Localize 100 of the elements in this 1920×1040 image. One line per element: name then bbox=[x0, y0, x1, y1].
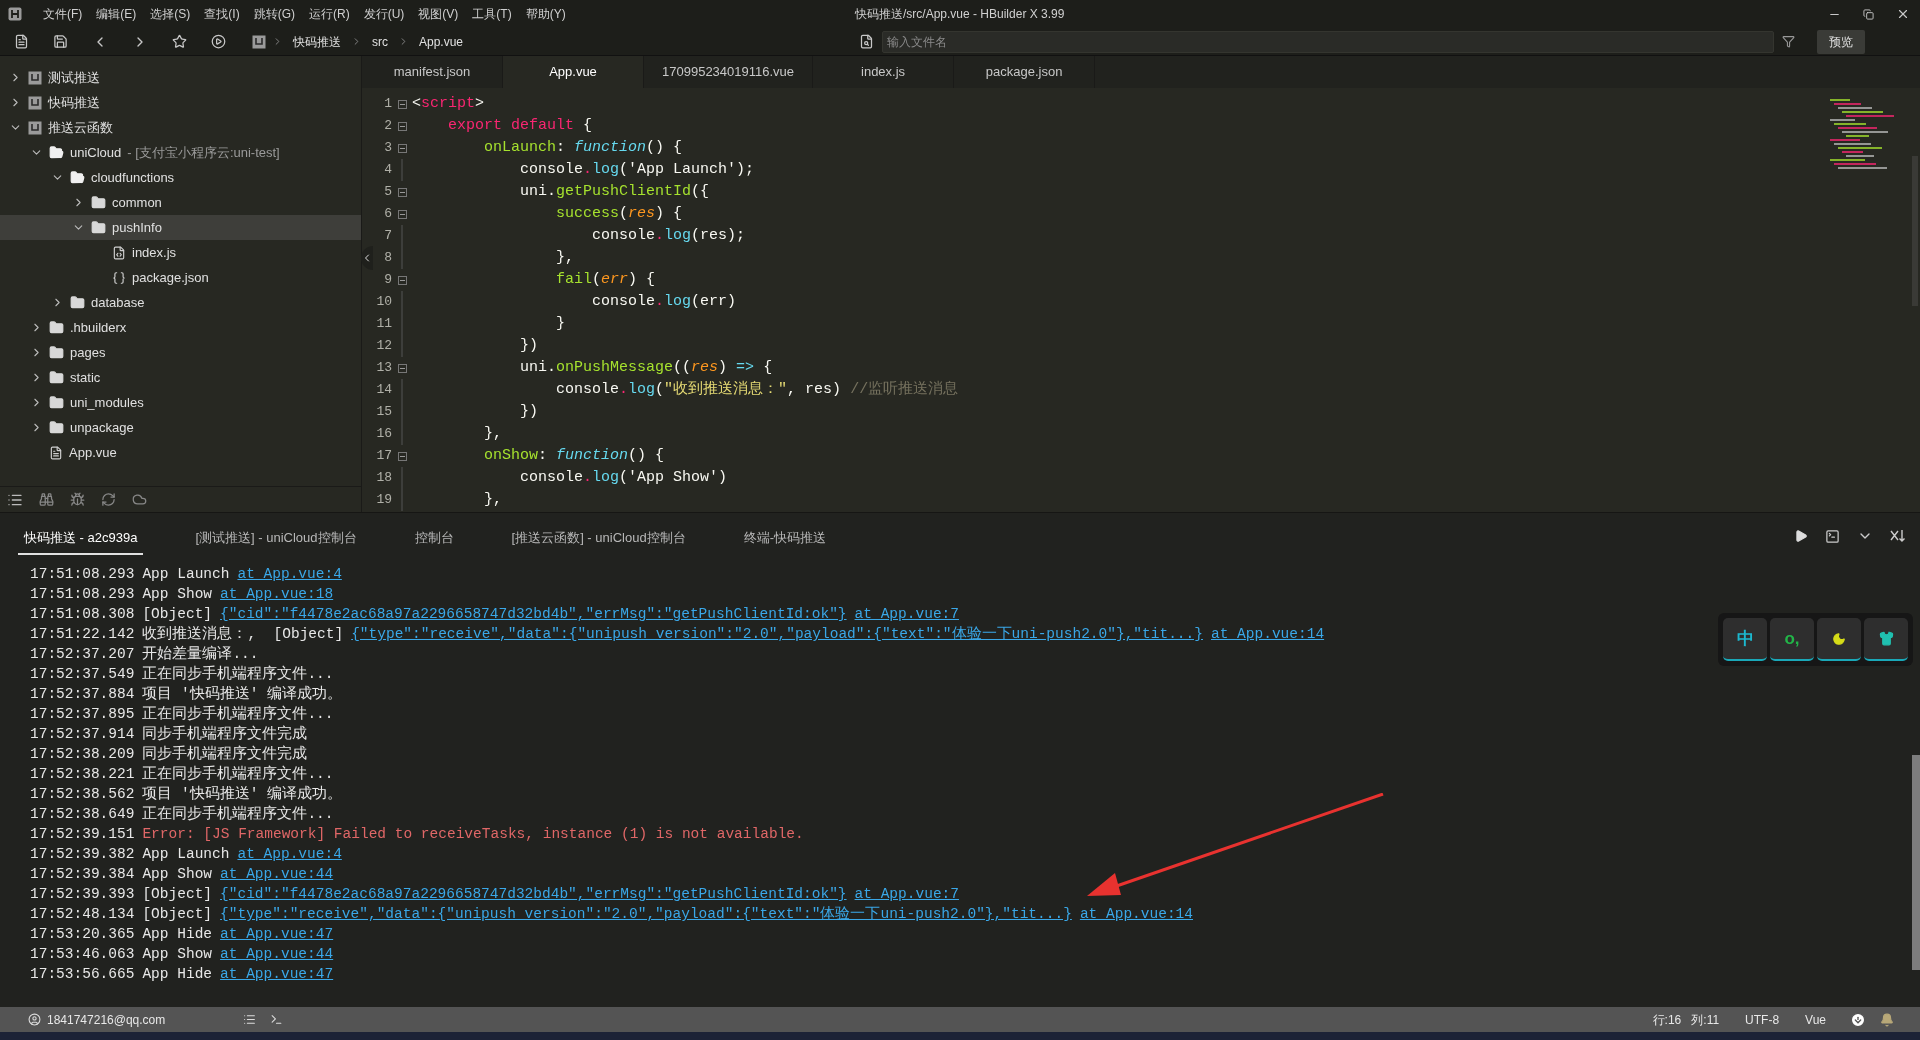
fold-icon[interactable] bbox=[397, 143, 407, 153]
log-link[interactable]: at App.vue:4 bbox=[237, 844, 342, 866]
filter-icon[interactable] bbox=[1782, 35, 1796, 48]
ime-key[interactable] bbox=[1864, 618, 1908, 661]
console-tab[interactable]: 快码推送 - a2c939a bbox=[18, 523, 144, 555]
terminal-icon[interactable] bbox=[270, 1013, 284, 1026]
log-link[interactable]: at App.vue:47 bbox=[220, 964, 334, 986]
tree-item[interactable]: pages bbox=[0, 340, 361, 365]
download-icon[interactable] bbox=[1850, 1011, 1866, 1028]
user-account[interactable]: 1841747216@qq.com bbox=[47, 1010, 166, 1029]
code-line: fail(err) { bbox=[555, 269, 656, 290]
log-link[interactable]: at App.vue:4 bbox=[237, 564, 342, 586]
editor-tab[interactable]: package.json bbox=[954, 56, 1096, 88]
menu-item[interactable]: 视图(V) bbox=[411, 5, 466, 23]
play-icon[interactable] bbox=[1794, 529, 1808, 543]
editor-tab[interactable]: App.vue bbox=[503, 56, 644, 88]
tree-label: 快码推送 bbox=[48, 93, 100, 112]
breadcrumb-item[interactable]: App.vue bbox=[415, 32, 468, 51]
bug-icon[interactable] bbox=[70, 492, 85, 507]
fold-icon[interactable] bbox=[397, 363, 407, 373]
run-icon[interactable] bbox=[211, 34, 226, 49]
save-icon[interactable] bbox=[53, 34, 68, 49]
tree-item[interactable]: 推送云函数 bbox=[0, 115, 361, 140]
tree-item[interactable]: uniCloud - [支付宝小程序云:uni-test] bbox=[0, 140, 361, 165]
close-icon[interactable] bbox=[1896, 7, 1910, 21]
fold-icon[interactable] bbox=[397, 121, 407, 131]
tree-item[interactable]: uni_modules bbox=[0, 390, 361, 415]
file-search-field[interactable]: 输入文件名 bbox=[882, 30, 1775, 53]
log-link[interactable]: {"cid":"f4478e2ac68a97a2296658747d32bd4b","errMsg":"getPushClientId:ok"} bbox=[220, 884, 847, 906]
menu-item[interactable]: 文件(F) bbox=[36, 5, 90, 23]
terminal-icon[interactable] bbox=[1825, 528, 1840, 544]
log-message: 项目 '快码推送' 编译成功。 bbox=[142, 784, 343, 805]
log-link[interactable]: at App.vue:7 bbox=[854, 604, 959, 626]
tree-item[interactable]: pushInfo bbox=[0, 215, 361, 240]
cursor-line[interactable]: 行:16 bbox=[1652, 1010, 1682, 1029]
encoding[interactable]: UTF-8 bbox=[1745, 1010, 1780, 1029]
tree-item[interactable]: cloudfunctions bbox=[0, 165, 361, 190]
restore-icon[interactable] bbox=[1863, 8, 1874, 20]
menu-item[interactable]: 跳转(G) bbox=[246, 5, 302, 23]
log-link[interactable]: at App.vue:47 bbox=[220, 924, 334, 946]
ime-key[interactable] bbox=[1817, 618, 1861, 661]
tree-item[interactable]: unpackage bbox=[0, 415, 361, 440]
log-link[interactable]: at App.vue:7 bbox=[854, 884, 959, 906]
fold-icon[interactable] bbox=[397, 275, 407, 285]
tree-item[interactable]: .hbuilderx bbox=[0, 315, 361, 340]
console-tab[interactable]: [测试推送] - uniCloud控制台 bbox=[189, 523, 363, 555]
ime-key[interactable]: o, bbox=[1770, 618, 1814, 661]
file-search-input[interactable]: 输入文件名 bbox=[887, 32, 1770, 51]
code-line: uni.getPushClientId({ bbox=[519, 181, 710, 202]
line-number: 15 bbox=[376, 403, 392, 422]
editor-tab[interactable]: 170995234019116.vue bbox=[644, 56, 814, 88]
language-mode[interactable]: Vue bbox=[1805, 1010, 1826, 1029]
console-tab[interactable]: 终端-快码推送 bbox=[737, 523, 832, 555]
cloud-icon[interactable] bbox=[132, 492, 147, 507]
menu-item[interactable]: 工具(T) bbox=[465, 5, 519, 23]
fold-icon[interactable] bbox=[397, 451, 407, 461]
tree-item[interactable]: 测试推送 bbox=[0, 65, 361, 90]
tree-item[interactable]: package.json bbox=[0, 265, 361, 290]
refresh-icon[interactable] bbox=[101, 492, 116, 507]
fold-icon[interactable] bbox=[397, 209, 407, 219]
log-link[interactable]: at App.vue:44 bbox=[220, 864, 334, 886]
console-scrollbar[interactable] bbox=[1912, 755, 1920, 970]
log-link[interactable]: {"cid":"f4478e2ac68a97a2296658747d32bd4b","errMsg":"getPushClientId:ok"} bbox=[220, 604, 847, 626]
menu-item[interactable]: 运行(R) bbox=[302, 5, 357, 23]
log-link[interactable]: {"type":"receive","data":{"unipush_version":"2.0","payload":{"text":"体验一下uni-push2.0"},"tit...} bbox=[351, 624, 1203, 646]
log-link[interactable]: at App.vue:44 bbox=[220, 944, 334, 966]
console-tab[interactable]: [推送云函数] - uniCloud控制台 bbox=[505, 523, 692, 555]
tree-item[interactable]: 快码推送 bbox=[0, 90, 361, 115]
menu-item[interactable]: 帮助(Y) bbox=[518, 5, 573, 23]
user-icon[interactable] bbox=[28, 1013, 41, 1026]
brackets-icon bbox=[112, 270, 126, 285]
breadcrumb-item[interactable]: src bbox=[368, 32, 392, 51]
star-icon[interactable] bbox=[172, 34, 187, 49]
editor-tab[interactable]: index.js bbox=[813, 56, 955, 88]
log-link[interactable]: at App.vue:14 bbox=[1079, 904, 1193, 926]
clear-console-icon[interactable] bbox=[1890, 529, 1906, 543]
log-link[interactable]: {"type":"receive","data":{"unipush_version":"2.0","payload":{"text":"体验一下uni-push2.0"},"tit...} bbox=[220, 904, 1072, 926]
tree-item[interactable]: static bbox=[0, 365, 361, 390]
tree-item[interactable]: common bbox=[0, 190, 361, 215]
fold-icon[interactable] bbox=[397, 187, 407, 197]
new-file-icon[interactable] bbox=[14, 34, 29, 49]
tree-item[interactable]: database bbox=[0, 290, 361, 315]
tree-item[interactable]: index.js bbox=[0, 240, 361, 265]
menu-item[interactable]: 编辑(E) bbox=[89, 5, 144, 23]
bell-icon[interactable] bbox=[1880, 1012, 1894, 1027]
menu-item[interactable]: 发行(U) bbox=[356, 5, 412, 23]
fold-icon[interactable] bbox=[397, 99, 407, 109]
list-icon[interactable] bbox=[243, 1013, 257, 1026]
menu-item[interactable]: 查找(I) bbox=[197, 5, 247, 23]
log-link[interactable]: at App.vue:14 bbox=[1211, 624, 1325, 646]
breadcrumb-item[interactable]: 快码推送 bbox=[289, 32, 345, 51]
binoculars-icon[interactable] bbox=[39, 492, 54, 507]
cursor-column[interactable]: 列:11 bbox=[1691, 1010, 1720, 1029]
console-tab[interactable]: 控制台 bbox=[408, 523, 460, 555]
menu-item[interactable]: 选择(S) bbox=[143, 5, 198, 23]
ime-key[interactable]: 中 bbox=[1723, 618, 1767, 661]
log-link[interactable]: at App.vue:18 bbox=[220, 584, 334, 606]
tree-item[interactable]: App.vue bbox=[0, 440, 361, 465]
collapse-handle[interactable] bbox=[361, 246, 373, 270]
preview-button[interactable]: 预览 bbox=[1817, 29, 1866, 54]
